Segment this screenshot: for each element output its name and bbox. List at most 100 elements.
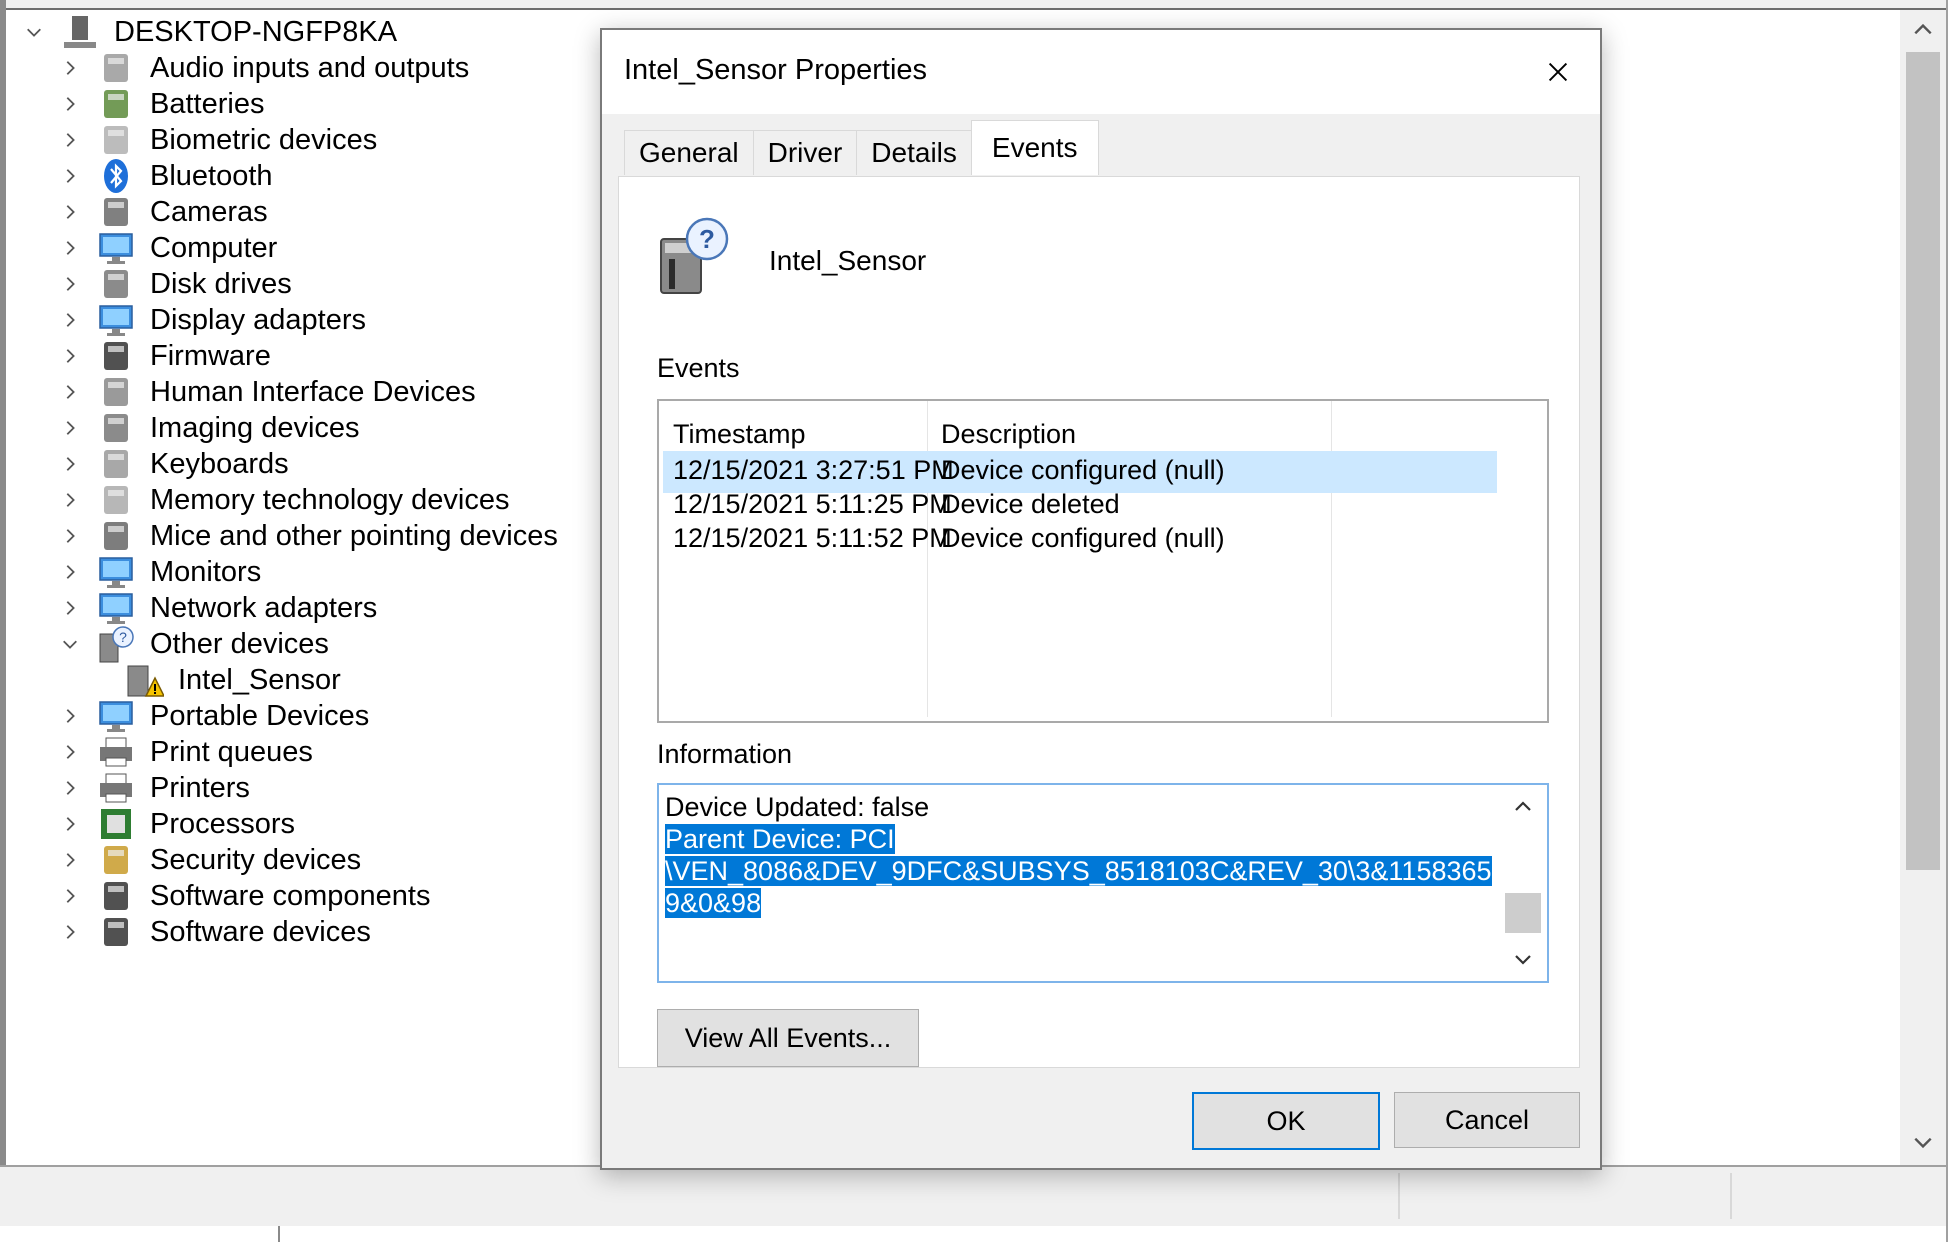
tree-item-label: Network adapters: [150, 591, 378, 624]
chevron-right-icon[interactable]: [56, 234, 84, 262]
chevron-down-icon[interactable]: [56, 630, 84, 658]
tree-item-label: Disk drives: [150, 267, 292, 300]
ok-button[interactable]: OK: [1192, 1092, 1380, 1150]
selected-text: 9&0&98: [665, 888, 762, 918]
tree-item-label: Processors: [150, 807, 296, 840]
tree-item-label: Other devices: [150, 627, 329, 660]
window-right-edge: [1946, 0, 1960, 1242]
close-icon: [1548, 62, 1568, 82]
chevron-right-icon[interactable]: [56, 738, 84, 766]
properties-dialog: Intel_Sensor Properties General Driver D…: [600, 28, 1602, 1170]
tab-panel-events: ? Intel_Sensor Events Timestamp Descript…: [618, 176, 1580, 1068]
information-scrollbar[interactable]: [1501, 785, 1545, 981]
chevron-right-icon[interactable]: [56, 414, 84, 442]
tab-events[interactable]: Events: [970, 120, 1099, 175]
chevron-right-icon[interactable]: [56, 342, 84, 370]
tree-item-label: Human Interface Devices: [150, 375, 476, 408]
device-name: Intel_Sensor: [769, 245, 927, 276]
chevron-right-icon[interactable]: [56, 54, 84, 82]
selected-text: \VEN_8086&DEV_9DFC&SUBSYS_8518103C&REV_3…: [665, 856, 1492, 886]
column-header-description[interactable]: Description: [941, 419, 1076, 450]
tree-category-item[interactable]: Software devices: [56, 910, 371, 954]
status-divider: [1730, 1173, 1732, 1219]
tree-item-label: Printers: [150, 771, 250, 804]
scroll-down-arrow-icon[interactable]: [1900, 1122, 1946, 1162]
event-timestamp: 12/15/2021 5:11:25 PM: [673, 489, 952, 519]
events-table[interactable]: Timestamp Description 12/15/2021 3:27:51…: [657, 399, 1549, 723]
chevron-right-icon[interactable]: [56, 810, 84, 838]
status-divider: [1398, 1173, 1400, 1219]
chevron-right-icon[interactable]: [56, 882, 84, 910]
tree-item-label: Software devices: [150, 915, 371, 948]
chevron-right-icon[interactable]: [56, 126, 84, 154]
chevron-down-icon[interactable]: [20, 18, 48, 46]
chevron-right-icon[interactable]: [56, 162, 84, 190]
tree-item-label: Computer: [150, 231, 278, 264]
tree-item-label: Monitors: [150, 555, 262, 588]
tree-item-label: Biometric devices: [150, 123, 378, 156]
chevron-right-icon[interactable]: [56, 198, 84, 226]
divider: [278, 1226, 280, 1242]
vertical-scrollbar[interactable]: [1900, 10, 1946, 1165]
device-tree[interactable]: DESKTOP-NGFP8KA Audio inputs and outputs B…: [8, 10, 598, 1165]
event-description: Device deleted: [941, 489, 1120, 519]
chevron-right-icon[interactable]: [56, 378, 84, 406]
tree-item-label: Display adapters: [150, 303, 366, 336]
chevron-right-icon[interactable]: [56, 522, 84, 550]
event-description: Device configured (null): [941, 455, 1225, 485]
scroll-up-arrow-icon[interactable]: [1501, 789, 1545, 825]
tree-item-label: Security devices: [150, 843, 362, 876]
information-label: Information: [657, 739, 793, 769]
event-timestamp: 12/15/2021 5:11:52 PM: [673, 523, 952, 553]
events-label: Events: [657, 353, 740, 383]
chevron-right-icon[interactable]: [56, 702, 84, 730]
tree-item-label: Intel_Sensor: [178, 663, 341, 696]
column-header-timestamp[interactable]: Timestamp: [673, 419, 806, 450]
chevron-right-icon[interactable]: [56, 486, 84, 514]
svg-text:?: ?: [699, 224, 715, 254]
window-top-edge: [0, 0, 1960, 10]
cancel-button[interactable]: Cancel: [1394, 1092, 1580, 1148]
scrollbar-thumb[interactable]: [1505, 893, 1541, 933]
chevron-right-icon[interactable]: [56, 558, 84, 586]
tab-details[interactable]: Details: [856, 130, 972, 175]
tab-driver[interactable]: Driver: [752, 130, 858, 175]
tree-item-label: Audio inputs and outputs: [150, 51, 470, 84]
tab-general[interactable]: General: [624, 130, 754, 175]
unknown-device-icon: ?: [660, 217, 729, 294]
bottom-strip: [0, 1226, 1960, 1242]
chevron-right-icon[interactable]: [56, 918, 84, 946]
event-row[interactable]: 12/15/2021 5:11:52 PM Device configured (…: [663, 519, 1497, 561]
event-timestamp: 12/15/2021 3:27:51 PM: [673, 455, 954, 485]
chevron-right-icon[interactable]: [56, 450, 84, 478]
tree-item-label: Software components: [150, 879, 431, 912]
selected-text: Parent Device: PCI: [665, 824, 895, 854]
chevron-right-icon[interactable]: [56, 774, 84, 802]
chevron-right-icon[interactable]: [56, 306, 84, 334]
tree-item-label: Print queues: [150, 735, 313, 768]
chevron-right-icon[interactable]: [56, 594, 84, 622]
information-text[interactable]: Device Updated: false Parent Device: PCI…: [665, 791, 1492, 919]
scrollbar-thumb[interactable]: [1906, 52, 1940, 870]
tree-root-label: DESKTOP-NGFP8KA: [114, 15, 398, 48]
chevron-right-icon[interactable]: [56, 90, 84, 118]
status-bar: [0, 1165, 1960, 1227]
information-textbox[interactable]: Device Updated: false Parent Device: PCI…: [657, 783, 1549, 983]
close-button[interactable]: [1538, 52, 1578, 92]
software-device-icon: [96, 912, 136, 952]
tree-item-label: Cameras: [150, 195, 268, 228]
chevron-right-icon[interactable]: [56, 270, 84, 298]
tree-item-label: Imaging devices: [150, 411, 360, 444]
tree-item-label: Firmware: [150, 339, 271, 372]
tree-item-label: Keyboards: [150, 447, 289, 480]
tree-item-label: Memory technology devices: [150, 483, 510, 516]
chevron-right-icon[interactable]: [56, 846, 84, 874]
scroll-down-arrow-icon[interactable]: [1501, 941, 1545, 977]
event-description: Device configured (null): [941, 523, 1225, 553]
tab-bar: General Driver Details Events: [624, 120, 1099, 176]
info-line: Device Updated: false: [665, 792, 930, 822]
dialog-title: Intel_Sensor Properties: [624, 54, 928, 86]
window-left-edge: [0, 0, 6, 1165]
scroll-up-arrow-icon[interactable]: [1900, 10, 1946, 50]
view-all-events-button[interactable]: View All Events...: [657, 1009, 919, 1067]
